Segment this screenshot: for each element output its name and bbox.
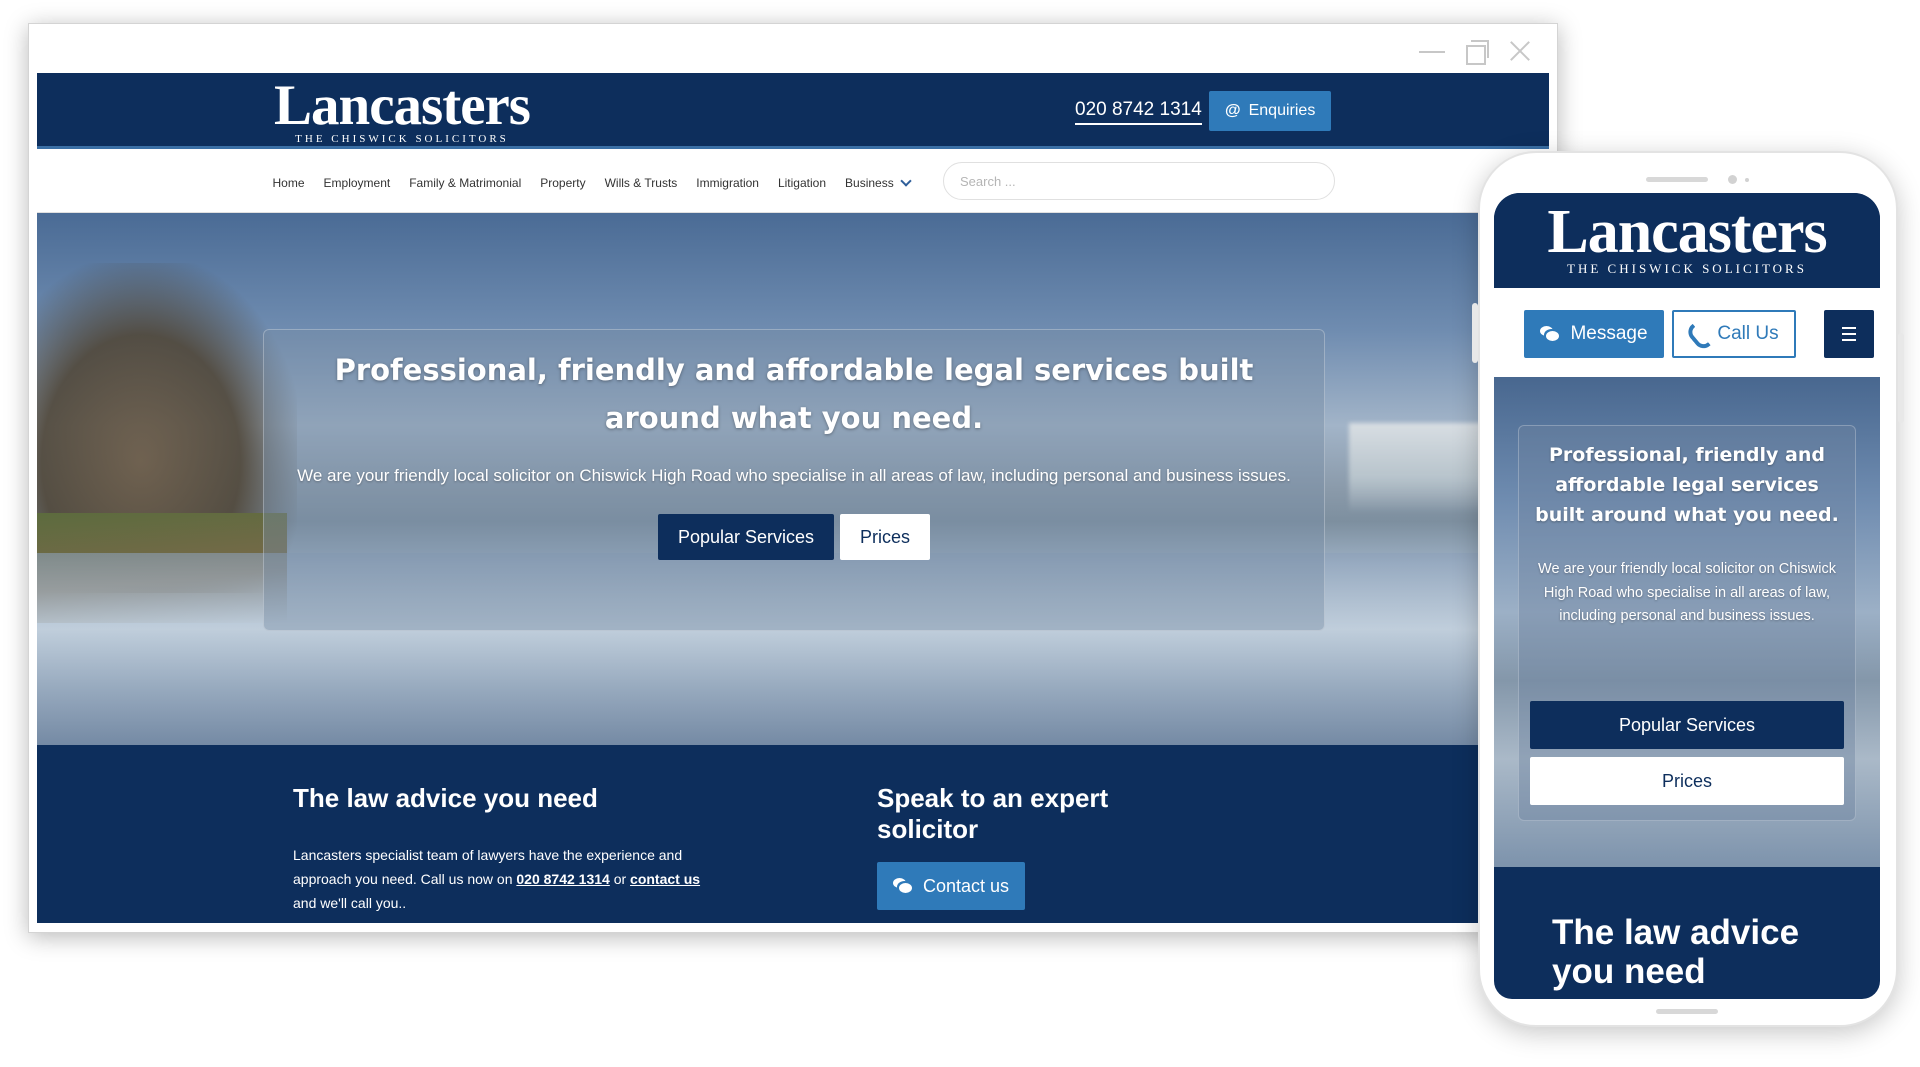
phone-icon xyxy=(1689,323,1709,345)
mobile-hero-title: Professional, friendly and affordable le… xyxy=(1535,444,1839,526)
prices-button[interactable]: Prices xyxy=(840,514,931,560)
chat-icon xyxy=(1540,326,1560,342)
message-button[interactable]: Message xyxy=(1524,310,1664,358)
restore-icon[interactable] xyxy=(1463,38,1489,65)
hero-card: Professional, friendly and affordable le… xyxy=(263,329,1325,631)
mobile-popular-services-button[interactable]: Popular Services xyxy=(1530,701,1844,749)
nav-item-property[interactable]: Property xyxy=(531,176,595,190)
call-us-label: Call Us xyxy=(1717,323,1779,344)
logo-tagline: THE CHISWICK SOLICITORS xyxy=(295,133,509,145)
main-nav: Home Employment Family & Matrimonial Pro… xyxy=(37,152,1549,213)
phone-home-indicator xyxy=(1656,1009,1718,1014)
mobile-hero-text: We are your friendly local solicitor on … xyxy=(1538,561,1836,624)
hero-buttons: Popular Services Prices xyxy=(264,514,1324,560)
mobile-hero-section: Professional, friendly and affordable le… xyxy=(1494,377,1880,867)
mobile-advice-title: The law advice you need xyxy=(1552,913,1800,991)
menu-icon-bar xyxy=(1842,333,1856,335)
minimize-icon[interactable] xyxy=(1419,38,1445,64)
phone-speaker xyxy=(1646,177,1708,182)
mobile-prices-button[interactable]: Prices xyxy=(1530,757,1844,805)
enquiries-label: Enquiries xyxy=(1248,102,1316,119)
search-input[interactable] xyxy=(943,162,1335,200)
enquiries-button[interactable]: @ Enquiries xyxy=(1209,91,1332,131)
advice-text-after: and we'll call you.. xyxy=(293,895,407,911)
header-phone-link[interactable]: 020 8742 1314 xyxy=(1075,99,1202,125)
nav-item-employment[interactable]: Employment xyxy=(314,176,400,190)
desktop-browser-window: Lancasters THE CHISWICK SOLICITORS 020 8… xyxy=(28,23,1558,933)
advice-text-middle: or xyxy=(609,871,631,887)
nav-item-home[interactable]: Home xyxy=(263,176,314,190)
nav-item-wills-trusts[interactable]: Wills & Trusts xyxy=(595,176,687,190)
nav-item-business[interactable]: Business xyxy=(836,174,920,190)
popular-services-button[interactable]: Popular Services xyxy=(657,514,835,560)
menu-icon-bar xyxy=(1842,339,1856,341)
nav-items: Home Employment Family & Matrimonial Pro… xyxy=(263,152,919,213)
nav-item-business-label: Business xyxy=(845,175,894,190)
mobile-toolbar: Message Call Us xyxy=(1494,288,1880,377)
call-us-button[interactable]: Call Us xyxy=(1672,310,1796,358)
site-header: Lancasters THE CHISWICK SOLICITORS 020 8… xyxy=(37,73,1549,149)
phone-power-button xyxy=(1898,333,1904,423)
menu-icon-bar xyxy=(1842,327,1856,329)
advice-text: Lancasters specialist team of lawyers ha… xyxy=(293,843,713,915)
message-label: Message xyxy=(1570,323,1648,344)
chevron-down-icon xyxy=(900,174,912,187)
hero-title: Professional, friendly and affordable le… xyxy=(334,353,1254,435)
phone-camera-icon xyxy=(1728,175,1737,184)
hamburger-menu-button[interactable] xyxy=(1824,310,1874,358)
hero-text: We are your friendly local solicitor on … xyxy=(297,466,1291,485)
speak-title: Speak to an expert solicitor xyxy=(877,783,1109,844)
phone-mockup: Lancasters THE CHISWICK SOLICITORS Messa… xyxy=(1472,151,1904,1027)
nav-item-litigation[interactable]: Litigation xyxy=(768,176,835,190)
mobile-header: Lancasters THE CHISWICK SOLICITORS xyxy=(1494,193,1880,288)
phone-sensor xyxy=(1745,178,1749,182)
contact-us-button[interactable]: Contact us xyxy=(877,862,1026,910)
logo-main-text: Lancasters xyxy=(274,74,531,137)
phone-volume-button xyxy=(1472,303,1478,363)
nav-item-immigration[interactable]: Immigration xyxy=(687,176,769,190)
mobile-logo-main-text[interactable]: Lancasters xyxy=(1494,199,1880,265)
at-icon: @ xyxy=(1225,102,1241,119)
advice-phone-link[interactable]: 020 8742 1314 xyxy=(516,871,609,887)
mobile-hero-card: Professional, friendly and affordable le… xyxy=(1518,425,1856,821)
window-controls xyxy=(1419,38,1533,65)
nav-item-family-matrimonial[interactable]: Family & Matrimonial xyxy=(400,176,531,190)
close-icon[interactable] xyxy=(1507,38,1533,64)
phone-screen: Lancasters THE CHISWICK SOLICITORS Messa… xyxy=(1494,193,1880,999)
hero-section: Professional, friendly and affordable le… xyxy=(37,213,1549,745)
chat-icon xyxy=(893,878,913,894)
advice-contact-link[interactable]: contact us xyxy=(630,871,700,887)
logo[interactable]: Lancasters THE CHISWICK SOLICITORS xyxy=(267,74,537,146)
desktop-site: Lancasters THE CHISWICK SOLICITORS 020 8… xyxy=(37,73,1549,923)
contact-us-label: Contact us xyxy=(923,875,1010,896)
advice-title: The law advice you need xyxy=(293,783,598,813)
advice-section: The law advice you need Lancasters speci… xyxy=(37,745,1549,923)
